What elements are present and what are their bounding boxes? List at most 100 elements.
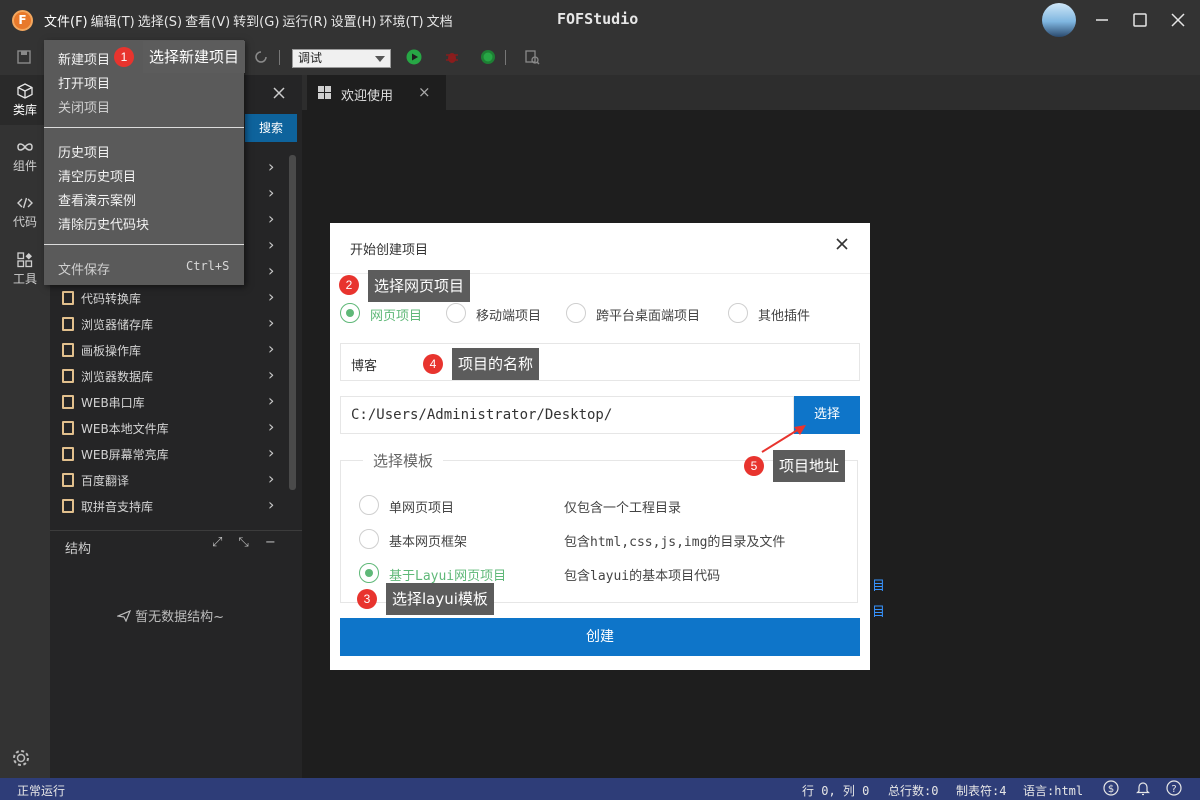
- project-path-value: C:/Users/Administrator/Desktop/: [351, 407, 613, 423]
- library-row[interactable]: 取拼音支持库 ›: [50, 493, 290, 519]
- library-name: 取拼音支持库: [81, 500, 154, 514]
- background-link-fragment[interactable]: 目: [872, 575, 885, 594]
- project-type-label: 跨平台桌面端项目: [596, 309, 701, 324]
- library-row[interactable]: 浏览器储存库 ›: [50, 311, 290, 337]
- project-name-value: 博客: [351, 359, 378, 374]
- library-name: 浏览器储存库: [81, 318, 154, 332]
- template-name: 基于Layui网页项目: [389, 569, 507, 584]
- dollar-icon[interactable]: $: [1103, 780, 1119, 799]
- toolbar-divider: [505, 50, 506, 65]
- sidebar-scrollbar[interactable]: [289, 155, 296, 490]
- chevron-right-icon: ›: [268, 417, 275, 436]
- radio-unselected[interactable]: [728, 303, 748, 323]
- close-panel-icon[interactable]: [272, 84, 286, 105]
- menu-save-file[interactable]: 文件保存: [58, 259, 110, 278]
- template-description: 仅包含一个工程目录: [564, 501, 682, 516]
- collapse-icon[interactable]: ⤡: [238, 535, 264, 550]
- library-row[interactable]: 画板操作库 ›: [50, 337, 290, 363]
- language-mode[interactable]: 语言:html: [1023, 782, 1083, 799]
- activity-code[interactable]: 代码: [0, 187, 50, 237]
- activity-label: 工具: [12, 272, 37, 286]
- help-icon[interactable]: ?: [1166, 780, 1182, 799]
- radio-unselected[interactable]: [359, 495, 379, 515]
- menu-edit[interactable]: 编辑(T): [91, 11, 135, 30]
- menu-view-demos[interactable]: 查看演示案例: [58, 190, 136, 209]
- close-dialog-icon[interactable]: [835, 235, 849, 256]
- menu-close-project[interactable]: 关闭项目: [58, 97, 110, 116]
- chevron-right-icon: ›: [268, 495, 275, 514]
- menu-new-project[interactable]: 新建项目: [58, 49, 110, 68]
- chevron-down-icon: [375, 56, 385, 62]
- annotation-badge: 2: [339, 275, 359, 295]
- library-row[interactable]: 浏览器数据库 ›: [50, 363, 290, 389]
- project-type-label: 移动端项目: [476, 309, 542, 324]
- book-icon: [62, 343, 74, 357]
- infinity-icon: [17, 139, 33, 155]
- cube-icon: [17, 83, 33, 99]
- gear-icon[interactable]: [10, 747, 32, 769]
- annotation-callout: 选择网页项目: [368, 270, 471, 302]
- minimize-panel-icon[interactable]: −: [265, 535, 292, 550]
- create-project-button[interactable]: 创建: [340, 618, 860, 656]
- menu-history-project[interactable]: 历史项目: [58, 142, 110, 161]
- background-link-fragment[interactable]: 目: [872, 601, 885, 620]
- menu-view[interactable]: 查看(V): [185, 11, 230, 30]
- maximize-icon[interactable]: [1130, 10, 1150, 30]
- menu-environment[interactable]: 环境(T): [380, 11, 424, 30]
- radio-selected[interactable]: [340, 303, 360, 323]
- tab-size[interactable]: 制表符:4: [956, 782, 1006, 799]
- project-type-label: 其他插件: [758, 309, 811, 324]
- project-name-input[interactable]: 博客: [340, 343, 860, 381]
- close-window-icon[interactable]: [1168, 10, 1188, 30]
- find-in-files-icon[interactable]: [524, 49, 540, 65]
- project-type-label: 网页项目: [370, 309, 423, 324]
- svg-text:?: ?: [1171, 784, 1176, 795]
- menu-settings[interactable]: 设置(H): [331, 11, 377, 30]
- menu-bar: 文件(F) 编辑(T) 选择(S) 查看(V) 转到(G) 运行(R) 设置(H…: [44, 0, 456, 40]
- structure-actions: ⤢⤡−: [212, 535, 292, 550]
- tab-welcome[interactable]: 欢迎使用 ×: [307, 75, 446, 110]
- expand-icon[interactable]: ⤢: [212, 535, 238, 550]
- library-name: 百度翻译: [81, 474, 130, 488]
- library-row[interactable]: 百度翻译 ›: [50, 467, 290, 493]
- annotation-callout: 项目的名称: [452, 348, 540, 380]
- project-path-input[interactable]: C:/Users/Administrator/Desktop/: [340, 396, 794, 434]
- bell-icon[interactable]: [1135, 780, 1151, 799]
- library-row[interactable]: 代码转换库 ›: [50, 285, 290, 311]
- menu-clear-history[interactable]: 清空历史项目: [58, 166, 136, 185]
- user-avatar[interactable]: [1042, 3, 1076, 37]
- radio-unselected[interactable]: [446, 303, 466, 323]
- menu-clear-code-history[interactable]: 清除历史代码块: [58, 214, 149, 233]
- refresh-icon[interactable]: [253, 49, 269, 65]
- record-icon[interactable]: [480, 49, 496, 65]
- radio-selected[interactable]: [359, 563, 379, 583]
- save-icon[interactable]: [16, 49, 32, 65]
- library-name: WEB串口库: [81, 396, 145, 410]
- run-icon[interactable]: [406, 49, 422, 65]
- run-mode-select[interactable]: 调试: [292, 49, 391, 68]
- library-name: 浏览器数据库: [81, 370, 154, 384]
- annotation-badge: 5: [744, 456, 764, 476]
- cursor-position[interactable]: 行 0, 列 0: [802, 782, 869, 799]
- radio-unselected[interactable]: [359, 529, 379, 549]
- minimize-icon[interactable]: [1092, 10, 1112, 30]
- menu-goto[interactable]: 转到(G): [233, 11, 279, 30]
- library-search-button[interactable]: 搜索: [245, 114, 297, 142]
- book-icon: [62, 421, 74, 435]
- close-tab-icon[interactable]: ×: [418, 83, 431, 101]
- menu-select[interactable]: 选择(S): [138, 11, 182, 30]
- library-row[interactable]: WEB屏幕常亮库 ›: [50, 441, 290, 467]
- library-name: WEB本地文件库: [81, 422, 169, 436]
- library-row[interactable]: WEB本地文件库 ›: [50, 415, 290, 441]
- menu-open-project[interactable]: 打开项目: [58, 73, 110, 92]
- menu-run[interactable]: 运行(R): [282, 11, 327, 30]
- app-logo: F: [12, 10, 33, 31]
- radio-unselected[interactable]: [566, 303, 586, 323]
- activity-components[interactable]: 组件: [0, 131, 50, 181]
- library-row[interactable]: WEB串口库 ›: [50, 389, 290, 415]
- menu-docs[interactable]: 文档: [427, 11, 453, 30]
- menu-file[interactable]: 文件(F): [44, 11, 88, 30]
- activity-tools[interactable]: 工具: [0, 244, 50, 294]
- activity-library[interactable]: 类库: [0, 75, 50, 125]
- debug-bug-icon[interactable]: [444, 49, 460, 65]
